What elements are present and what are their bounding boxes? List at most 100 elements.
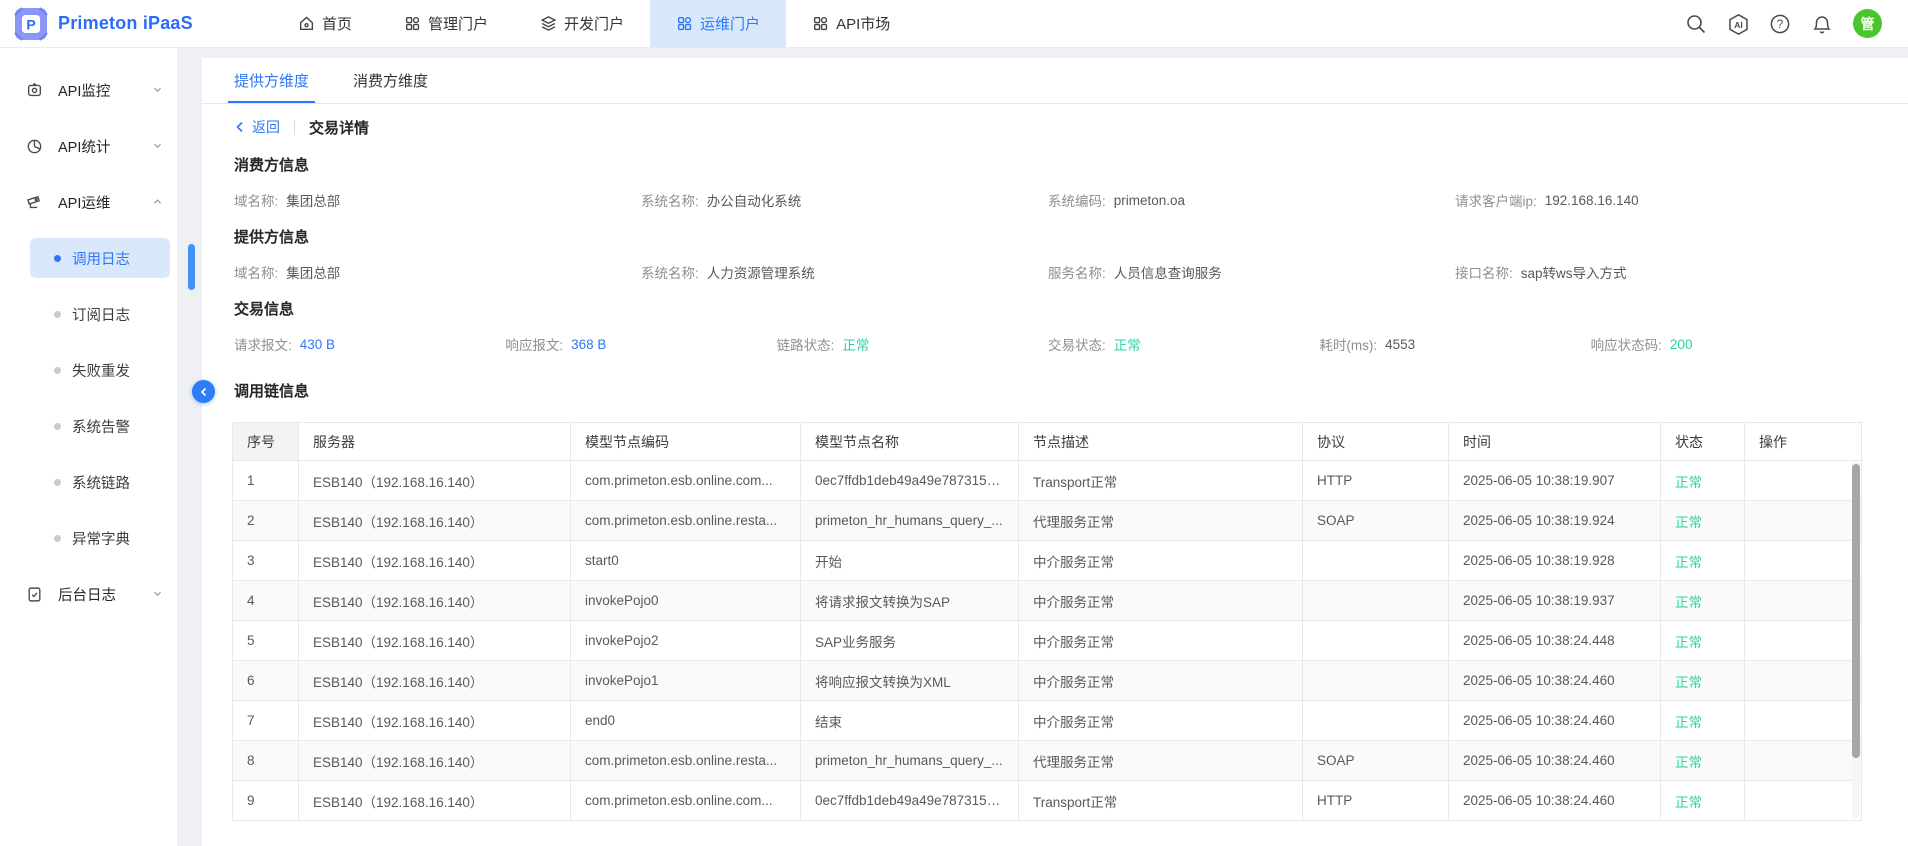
nav-item-label: 管理门户: [428, 13, 488, 34]
table-cell: [1303, 701, 1449, 741]
table-cell: 7: [233, 701, 299, 741]
sidebar-group[interactable]: 后台日志: [0, 574, 177, 614]
dimension-tabs: 提供方维度消费方维度: [202, 58, 1908, 104]
nav-item[interactable]: API市场: [786, 0, 916, 48]
sidebar-item[interactable]: 订阅日志: [30, 294, 170, 334]
sidebar-item[interactable]: 异常字典: [30, 518, 170, 558]
svg-text:P: P: [26, 16, 35, 32]
field-label: 耗时(ms):: [1319, 334, 1377, 354]
table-cell: ESB140（192.168.16.140）: [299, 621, 571, 661]
tab[interactable]: 提供方维度: [234, 58, 309, 103]
field-value[interactable]: 430 B: [300, 337, 335, 352]
table-row: 1ESB140（192.168.16.140）com.primeton.esb.…: [233, 461, 1862, 501]
status-badge: 正常: [1675, 595, 1702, 610]
status-badge: 正常: [1675, 515, 1702, 530]
table-scrollbar[interactable]: [1852, 464, 1860, 758]
table-header-cell: 操作: [1745, 423, 1862, 461]
nav-item[interactable]: 开发门户: [514, 0, 650, 48]
bullet-dot-icon: [54, 367, 61, 374]
tab[interactable]: 消费方维度: [353, 58, 428, 103]
table-cell: 正常: [1661, 621, 1745, 661]
nav-item[interactable]: 首页: [272, 0, 378, 48]
monitor-icon: [26, 82, 43, 99]
table-cell: HTTP: [1303, 781, 1449, 821]
bullet-dot-icon: [54, 423, 61, 430]
field: 服务名称:人员信息查询服务: [1048, 262, 1455, 282]
table-row: 6ESB140（192.168.16.140）invokePojo1将响应报文转…: [233, 661, 1862, 701]
table-cell: 中介服务正常: [1019, 661, 1303, 701]
field-value: 正常: [1114, 334, 1141, 354]
field-value: 办公自动化系统: [707, 190, 802, 210]
sidebar-item-label: 调用日志: [72, 248, 130, 269]
camera-icon: [26, 194, 43, 211]
sidebar-group-label: API统计: [58, 136, 110, 157]
sidebar-item[interactable]: 失败重发: [30, 350, 170, 390]
table-cell: 2025-06-05 10:38:19.928: [1449, 541, 1661, 581]
call-chain-table: 序号服务器模型节点编码模型节点名称节点描述协议时间状态操作 1ESB140（19…: [232, 422, 1862, 821]
field-label: 交易状态:: [1048, 334, 1106, 354]
table-cell: 将响应报文转换为XML: [801, 661, 1019, 701]
top-navigation-bar: P Primeton iPaaS 首页管理门户开发门户运维门户API市场 AI …: [0, 0, 1908, 48]
section-fields-row: 域名称:集团总部系统名称:人力资源管理系统服务名称:人员信息查询服务接口名称:s…: [234, 262, 1862, 282]
section-title: 消费方信息: [234, 154, 1862, 174]
field: 响应状态码:200: [1591, 334, 1862, 354]
sidebar-group[interactable]: API统计: [0, 126, 177, 166]
sidebar-group-label: API运维: [58, 192, 110, 213]
table-cell: 中介服务正常: [1019, 701, 1303, 741]
table-cell: end0: [571, 701, 801, 741]
field-label: 服务名称:: [1048, 262, 1106, 282]
back-button[interactable]: 返回: [234, 117, 280, 137]
search-icon[interactable]: [1685, 13, 1707, 35]
nav-item-label: 运维门户: [700, 13, 760, 34]
sidebar-group[interactable]: API监控: [0, 70, 177, 110]
sidebar-group-label: API监控: [58, 80, 110, 101]
topbar-actions: AI ? 管: [1685, 9, 1908, 38]
table-cell: invokePojo0: [571, 581, 801, 621]
table-row: 3ESB140（192.168.16.140）start0开始中介服务正常202…: [233, 541, 1862, 581]
sidebar-item-label: 失败重发: [72, 360, 130, 381]
nav-item[interactable]: 运维门户: [650, 0, 786, 48]
field-value: 人力资源管理系统: [707, 262, 815, 282]
sidebar-item[interactable]: 系统链路: [30, 462, 170, 502]
table-cell: 正常: [1661, 781, 1745, 821]
table-cell: invokePojo1: [571, 661, 801, 701]
table-cell: ESB140（192.168.16.140）: [299, 541, 571, 581]
field: 响应报文:368 B: [505, 334, 776, 354]
appstore-icon: [812, 15, 829, 32]
field-value: 集团总部: [286, 262, 340, 282]
sidebar-item[interactable]: 调用日志: [30, 238, 170, 278]
field-value: 192.168.16.140: [1545, 193, 1639, 208]
table-cell: 正常: [1661, 741, 1745, 781]
table-cell: 2025-06-05 10:38:24.460: [1449, 741, 1661, 781]
status-badge: 正常: [1675, 675, 1702, 690]
field-label: 请求报文:: [234, 334, 292, 354]
table-cell: 2: [233, 501, 299, 541]
help-icon[interactable]: ?: [1769, 13, 1791, 35]
ai-assistant-icon[interactable]: AI: [1727, 13, 1749, 35]
table-cell: start0: [571, 541, 801, 581]
table-cell: com.primeton.esb.online.com...: [571, 461, 801, 501]
table-cell: 正常: [1661, 501, 1745, 541]
field-label: 系统名称:: [641, 190, 699, 210]
bullet-dot-icon: [54, 479, 61, 486]
user-avatar[interactable]: 管: [1853, 9, 1882, 38]
nav-item[interactable]: 管理门户: [378, 0, 514, 48]
status-badge: 正常: [1675, 755, 1702, 770]
table-cell: ESB140（192.168.16.140）: [299, 781, 571, 821]
sidebar-scrollbar[interactable]: [188, 244, 195, 290]
table-cell: 6: [233, 661, 299, 701]
page-title: 交易详情: [309, 117, 369, 138]
field: 系统编码:primeton.oa: [1048, 190, 1455, 210]
table-cell: [1745, 741, 1862, 781]
content-panel: 提供方维度消费方维度 返回 交易详情 消费方信息域名称:集团总部系统名称:办公自…: [202, 58, 1908, 846]
table-cell: [1745, 701, 1862, 741]
sidebar-group[interactable]: API运维: [0, 182, 177, 222]
table-cell: 正常: [1661, 581, 1745, 621]
notifications-icon[interactable]: [1811, 13, 1833, 35]
collapse-panel-button[interactable]: [192, 380, 215, 403]
table-cell: 2025-06-05 10:38:24.460: [1449, 781, 1661, 821]
table-header-cell: 节点描述: [1019, 423, 1303, 461]
sidebar-item[interactable]: 系统告警: [30, 406, 170, 446]
nav-item-label: 首页: [322, 13, 352, 34]
field-value[interactable]: 368 B: [571, 337, 606, 352]
